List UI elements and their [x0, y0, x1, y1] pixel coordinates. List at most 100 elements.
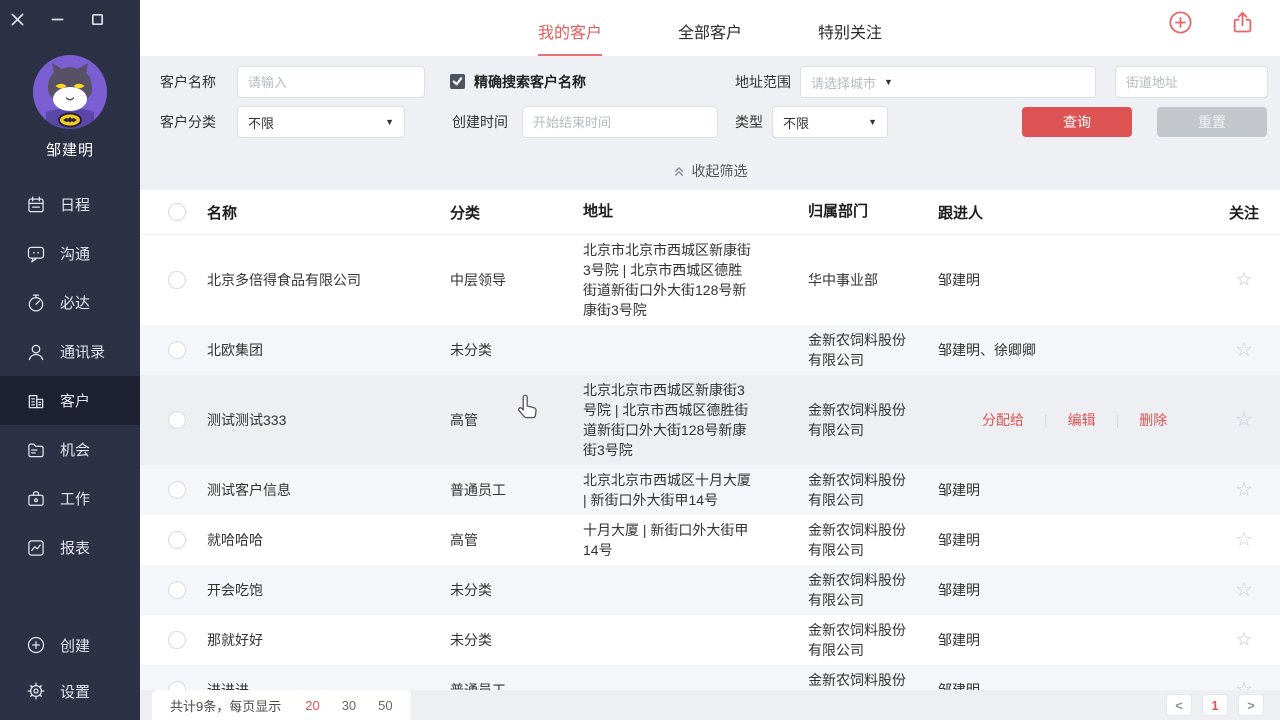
table-row[interactable]: 北京多倍得食品有限公司中层领导北京市北京市西城区新康街3号院 | 北京市西城区德…	[140, 235, 1280, 325]
assign-action-link[interactable]: 分配给	[982, 410, 1024, 430]
customer-category: 高管	[450, 410, 583, 430]
sidebar-item-chat[interactable]: 沟通	[0, 229, 140, 278]
prev-page-button[interactable]: <	[1166, 694, 1192, 716]
follow-person: 邹建明	[938, 582, 980, 598]
maximize-icon[interactable]	[90, 12, 105, 27]
page-size-box: 共计9条，每页显示 20 30 50	[152, 690, 411, 720]
tab-special-follow[interactable]: 特别关注	[818, 19, 882, 56]
page-size-30[interactable]: 30	[342, 698, 356, 713]
export-button[interactable]	[1229, 9, 1256, 36]
close-icon[interactable]	[10, 12, 25, 27]
briefcase-icon	[26, 489, 46, 509]
sidebar-item-work[interactable]: 工作	[0, 474, 140, 523]
table-row[interactable]: 那就好好未分类金新农饲料股份有限公司邹建明☆	[140, 615, 1280, 665]
customer-name[interactable]: 那就好好	[207, 630, 450, 650]
sidebar-item-chances[interactable]: 机会	[0, 425, 140, 474]
customer-name[interactable]: 北京多倍得食品有限公司	[207, 270, 450, 290]
row-radio[interactable]	[168, 411, 186, 429]
page-size-options: 20 30 50	[305, 698, 392, 713]
minimize-icon[interactable]	[50, 12, 65, 27]
table-row[interactable]: 开会吃饱未分类金新农饲料股份有限公司邹建明☆	[140, 565, 1280, 615]
star-icon[interactable]: ☆	[1235, 479, 1253, 501]
sidebar-item-reports[interactable]: 报表	[0, 523, 140, 572]
avatar[interactable]	[32, 54, 108, 130]
reset-button[interactable]: 重置	[1157, 107, 1267, 137]
current-page-button[interactable]: 1	[1202, 694, 1228, 716]
plus-circle-icon	[26, 635, 46, 655]
sidebar-item-create[interactable]: 创建	[0, 622, 140, 668]
row-radio[interactable]	[168, 531, 186, 549]
customer-name[interactable]: 测试测试333	[207, 410, 450, 430]
page-size-20[interactable]: 20	[305, 698, 319, 713]
star-icon[interactable]: ☆	[1235, 269, 1253, 291]
app-window: 邹建明 日程沟通必达通讯录客户机会工作报表 创建设置 我的客户全部客户特别关注 …	[0, 0, 1280, 720]
city-select[interactable]: 请选择城市 ▼	[800, 66, 1096, 98]
chevrons-up-icon	[673, 165, 686, 178]
row-radio[interactable]	[168, 481, 186, 499]
folder-icon	[26, 440, 46, 460]
row-radio[interactable]	[168, 581, 186, 599]
address-range-label: 地址范围	[735, 66, 791, 98]
star-icon[interactable]: ☆	[1235, 579, 1253, 601]
exact-search-checkbox[interactable]	[450, 74, 465, 89]
type-select-value: 不限	[783, 113, 809, 132]
header-dept: 归属部门	[808, 202, 914, 222]
sidebar-item-label: 必达	[60, 292, 90, 313]
exact-search-label: 精确搜索客户名称	[474, 66, 586, 98]
next-page-button[interactable]: >	[1238, 694, 1264, 716]
user-name: 邹建明	[0, 139, 140, 160]
customer-dept: 金新农饲料股份有限公司	[808, 470, 914, 510]
type-select[interactable]: 不限 ▼	[772, 106, 888, 138]
star-icon[interactable]: ☆	[1235, 339, 1253, 361]
contacts-icon	[26, 342, 46, 362]
customer-name[interactable]: 开会吃饱	[207, 580, 450, 600]
follow-person: 邹建明、徐卿卿	[938, 342, 1036, 358]
edit-action-link[interactable]: 编辑	[1068, 410, 1096, 430]
row-radio[interactable]	[168, 341, 186, 359]
street-address-input[interactable]	[1115, 66, 1268, 98]
customer-address: 北京北京市西城区新康街3号院 | 北京市西城区德胜街道新街口外大街128号新康街…	[583, 380, 755, 460]
chart-icon	[26, 538, 46, 558]
tab-my-customers[interactable]: 我的客户	[538, 19, 602, 56]
sidebar-bottom-menu: 创建设置	[0, 622, 140, 714]
row-radio[interactable]	[168, 631, 186, 649]
star-icon[interactable]: ☆	[1235, 529, 1253, 551]
tab-all-customers[interactable]: 全部客户	[678, 19, 742, 56]
sidebar-item-customers[interactable]: 客户	[0, 376, 140, 425]
customer-name[interactable]: 北欧集团	[207, 340, 450, 360]
total-count-text: 共计9条，每页显示	[170, 696, 281, 715]
row-radio[interactable]	[168, 271, 186, 289]
table-row[interactable]: 就哈哈哈高管十月大厦 | 新街口外大街甲14号金新农饲料股份有限公司邹建明☆	[140, 515, 1280, 565]
sidebar-item-settings[interactable]: 设置	[0, 668, 140, 714]
customer-name[interactable]: 就哈哈哈	[207, 530, 450, 550]
customer-name[interactable]: 测试客户信息	[207, 480, 450, 500]
add-button[interactable]	[1167, 9, 1194, 36]
sidebar-item-label: 设置	[60, 681, 90, 702]
chevron-down-icon: ▼	[868, 117, 877, 127]
sidebar: 邹建明 日程沟通必达通讯录客户机会工作报表 创建设置	[0, 0, 140, 720]
chat-icon	[26, 244, 46, 264]
header-address: 地址	[583, 202, 755, 222]
customer-dept: 华中事业部	[808, 270, 914, 290]
city-select-value: 请选择城市	[811, 73, 876, 92]
category-select[interactable]: 不限 ▼	[237, 106, 405, 138]
stopwatch-icon	[26, 293, 46, 313]
sidebar-item-schedule[interactable]: 日程	[0, 180, 140, 229]
star-icon[interactable]: ☆	[1235, 629, 1253, 651]
page-size-50[interactable]: 50	[378, 698, 392, 713]
sidebar-item-bida[interactable]: 必达	[0, 278, 140, 327]
search-button[interactable]: 查询	[1022, 107, 1132, 137]
sidebar-item-contacts[interactable]: 通讯录	[0, 327, 140, 376]
star-icon[interactable]: ☆	[1235, 409, 1253, 431]
delete-action-link[interactable]: 删除	[1139, 410, 1167, 430]
collapse-filter-button[interactable]: 收起筛选	[673, 161, 748, 181]
created-time-label: 创建时间	[452, 106, 508, 138]
table-row[interactable]: 北欧集团未分类金新农饲料股份有限公司邹建明、徐卿卿☆	[140, 325, 1280, 375]
table-row[interactable]: 测试客户信息普通员工北京北京市西城区十月大厦 | 新街口外大街甲14号金新农饲料…	[140, 465, 1280, 515]
table-row[interactable]: 测试测试333高管北京北京市西城区新康街3号院 | 北京市西城区德胜街道新街口外…	[140, 375, 1280, 465]
customer-name-input[interactable]	[237, 66, 425, 98]
pagination: < 1 >	[1166, 694, 1264, 716]
select-all-radio[interactable]	[168, 203, 186, 221]
customer-category: 中层领导	[450, 270, 583, 290]
created-time-input[interactable]	[522, 106, 718, 138]
